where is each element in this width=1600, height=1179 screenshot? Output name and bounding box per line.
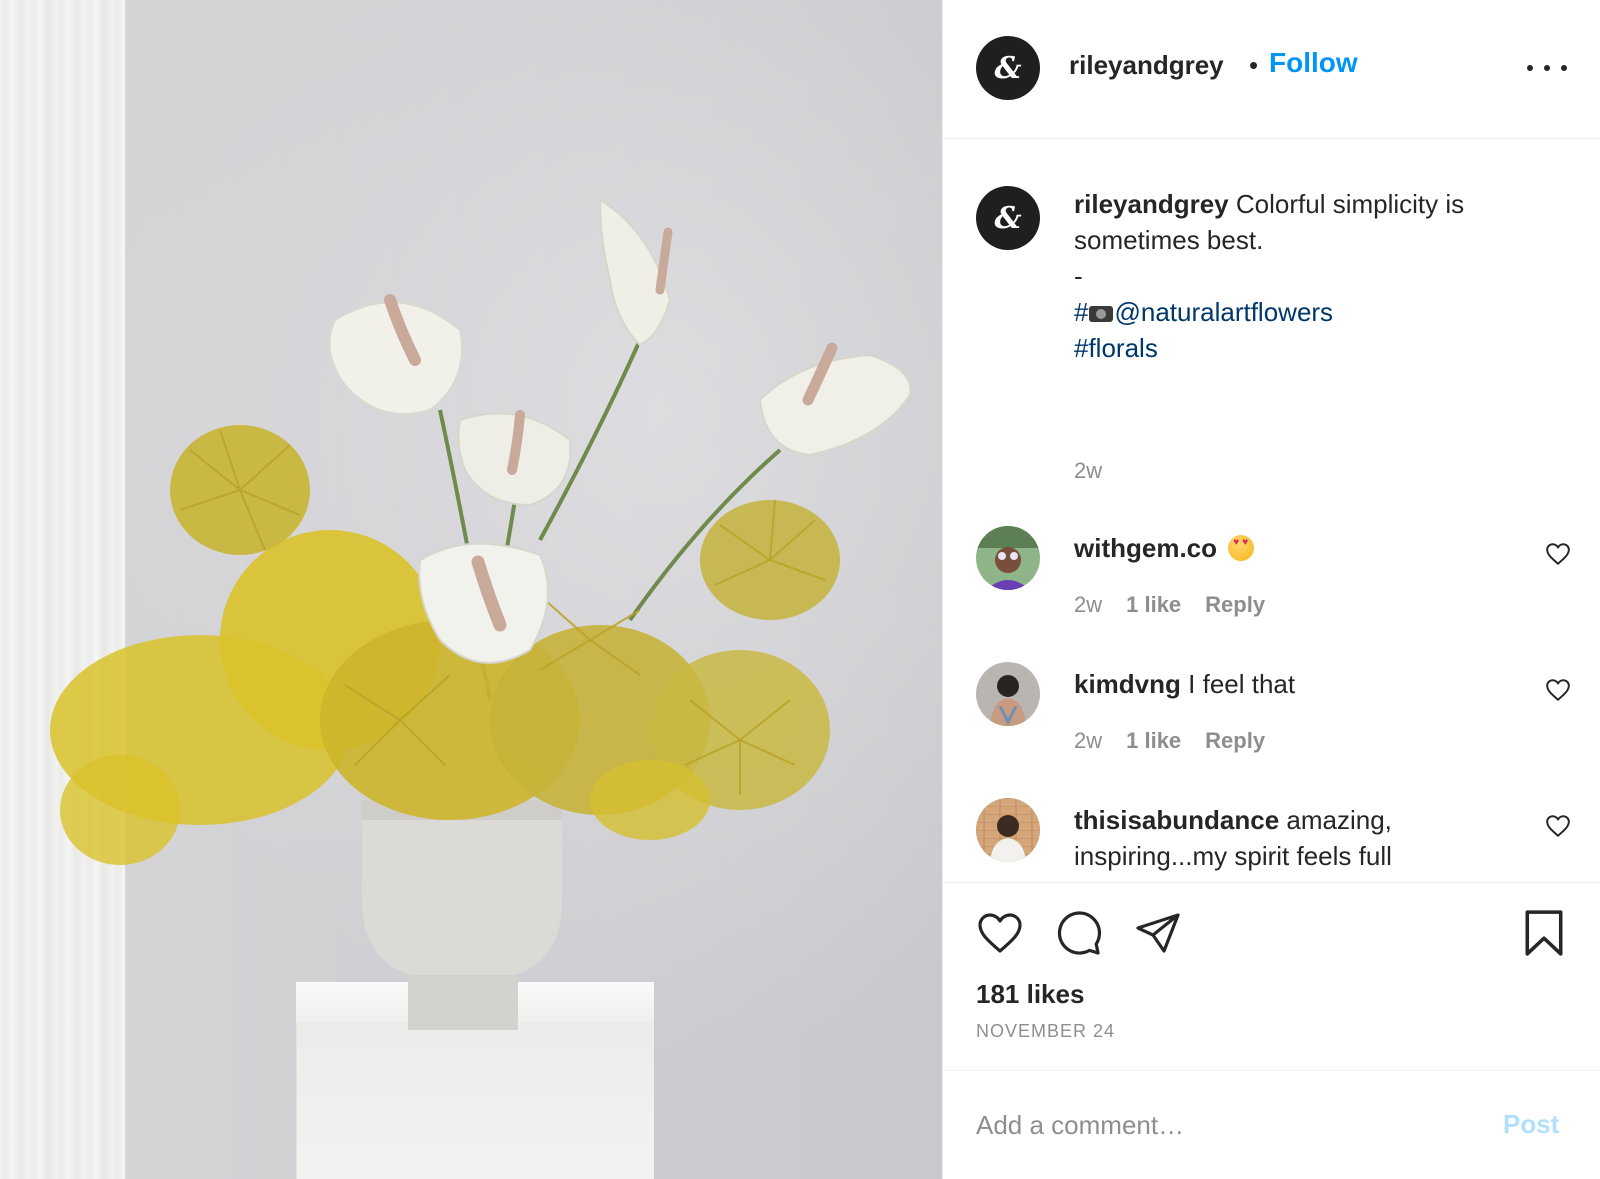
comment-username[interactable]: thisisabundance [1074,805,1279,835]
comment-body: I feel that [1188,669,1296,699]
comment-text: thisisabundance amazing, inspiring...my … [1074,802,1514,874]
comment-username[interactable]: withgem.co [1074,533,1217,563]
comment-item: withgem.co 2w 1 like Reply [943,526,1600,662]
comment-item: thisisabundance amazing, inspiring...my … [943,798,1600,882]
heart-icon[interactable] [976,911,1024,955]
reply-button[interactable]: Reply [1205,592,1265,618]
heart-outline-icon[interactable] [1545,814,1571,838]
bookmark-icon[interactable] [1521,907,1567,959]
comment-meta: 2w 1 like Reply [1074,592,1265,618]
post-comment-button[interactable]: Post [1503,1109,1559,1140]
heart-eyes-emoji-icon [1228,535,1255,561]
action-bar: 181 likes NOVEMBER 24 [943,882,1600,1070]
photo-credit-handle: @naturalartflowers [1114,297,1334,327]
paper-plane-icon[interactable] [1133,909,1183,957]
follow-button[interactable]: Follow [1269,47,1358,79]
commenter-avatar[interactable] [976,526,1040,590]
caption-author-avatar[interactable]: & [976,186,1040,250]
hash-symbol: # [1074,297,1089,327]
likes-count[interactable]: 181 likes [976,979,1084,1010]
camera-emoji-icon [1089,306,1114,322]
post-side-panel: & rileyandgrey • Follow & rileyandgrey C… [942,0,1600,1179]
post-header: & rileyandgrey • Follow [943,0,1600,139]
heart-outline-icon[interactable] [1545,542,1571,566]
add-comment-bar: Post [943,1070,1600,1179]
author-username[interactable]: rileyandgrey [1069,50,1224,81]
comment-text: withgem.co [1074,530,1514,566]
heart-outline-icon[interactable] [1545,678,1571,702]
flower-arrangement [50,198,912,1030]
comment-input[interactable] [976,1103,1476,1147]
comment-like-count[interactable]: 1 like [1126,728,1181,754]
caption-dash: - [1074,261,1083,291]
comment-meta: 2w 1 like Reply [1074,728,1265,754]
comment-time[interactable]: 2w [1074,592,1102,618]
comment-bubble-icon[interactable] [1054,909,1104,957]
comment-item: kimdvng I feel that 2w 1 like Reply [943,662,1600,798]
commenter-avatar[interactable] [976,798,1040,862]
hashtag-link[interactable]: #florals [1074,330,1544,366]
caption-username[interactable]: rileyandgrey [1074,189,1229,219]
reply-button[interactable]: Reply [1205,728,1265,754]
post-date[interactable]: NOVEMBER 24 [976,1021,1115,1042]
photo-credit-link[interactable]: # @naturalartflowers [1074,294,1544,330]
caption-text: rileyandgrey Colorful simplicity is some… [1074,186,1544,366]
caption-timestamp[interactable]: 2w [1074,458,1102,484]
comment-like-count[interactable]: 1 like [1126,592,1181,618]
comment-time[interactable]: 2w [1074,728,1102,754]
comment-username[interactable]: kimdvng [1074,669,1181,699]
more-options-icon[interactable] [1527,54,1567,82]
post-photo[interactable] [0,0,942,1179]
author-avatar[interactable]: & [976,36,1040,100]
comment-text: kimdvng I feel that [1074,666,1514,702]
commenter-avatar[interactable] [976,662,1040,726]
ampersand-logo-icon: & [994,200,1022,236]
header-separator: • [1249,50,1259,80]
ampersand-logo-icon: & [994,50,1022,86]
comments-list[interactable]: & rileyandgrey Colorful simplicity is so… [943,140,1600,882]
